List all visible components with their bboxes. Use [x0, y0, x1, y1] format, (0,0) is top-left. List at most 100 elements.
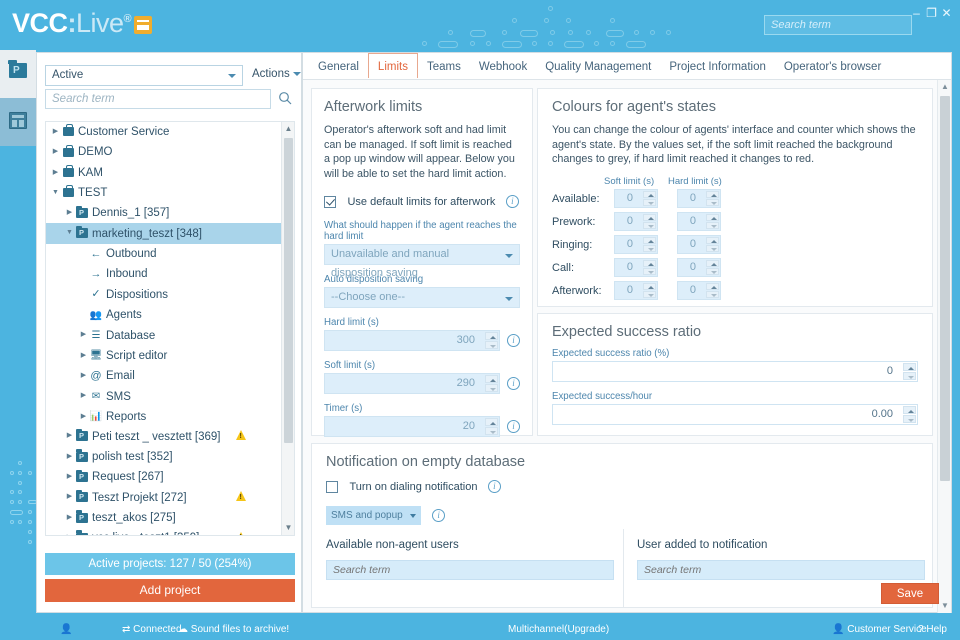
hard-limit-action-select[interactable]: Unavailable and manual disposition savin…: [324, 244, 520, 279]
stepper-up-icon[interactable]: [643, 259, 656, 267]
tree-item[interactable]: ▶ Peti teszt _ vesztett [369]: [46, 426, 282, 446]
expander-collapsed-icon[interactable]: ▶: [50, 122, 61, 142]
search-icon[interactable]: [277, 89, 295, 109]
expander-collapsed-icon[interactable]: ▶: [78, 407, 89, 427]
tab-webhook[interactable]: Webhook: [470, 54, 536, 78]
stepper-down-icon[interactable]: [903, 372, 916, 380]
added-users-search-input[interactable]: [637, 560, 925, 580]
info-icon[interactable]: i: [432, 509, 446, 522]
scroll-down-icon[interactable]: ▼: [938, 599, 951, 613]
stepper-up-icon[interactable]: [706, 259, 719, 267]
scroll-down-icon[interactable]: ▼: [282, 521, 294, 535]
agent-state-soft-limit-input[interactable]: 0: [614, 280, 658, 300]
stepper-down-icon[interactable]: [643, 267, 656, 275]
active-projects-counter[interactable]: Active projects: 127 / 50 (254%): [45, 553, 295, 575]
rail-item-projects[interactable]: [0, 50, 36, 98]
expander-collapsed-icon[interactable]: ▶: [50, 142, 61, 162]
tree-item[interactable]: ▶ polish test [352]: [46, 447, 282, 467]
stepper-down-icon[interactable]: [643, 198, 656, 206]
expander-collapsed-icon[interactable]: ▶: [64, 447, 75, 467]
tree-item[interactable]: ▼ TEST: [46, 183, 282, 203]
agent-state-soft-limit-input[interactable]: 0: [614, 211, 658, 231]
available-users-search-input[interactable]: [326, 560, 614, 580]
tab-teams[interactable]: Teams: [418, 54, 470, 78]
tree-scrollbar[interactable]: ▲ ▼: [281, 122, 294, 535]
hard-limit-stepper[interactable]: [485, 332, 498, 349]
timer-stepper[interactable]: [485, 418, 498, 435]
help-link[interactable]: ? Help: [918, 620, 947, 640]
stepper-up-icon[interactable]: [706, 236, 719, 244]
content-scrollbar-thumb[interactable]: [940, 96, 950, 481]
timer-input[interactable]: 20: [324, 416, 500, 437]
expander-collapsed-icon[interactable]: ▶: [64, 203, 75, 223]
expander-collapsed-icon[interactable]: ▶: [78, 386, 89, 406]
tree-item[interactable]: ✓ Dispositions: [46, 284, 282, 304]
expander-expanded-icon[interactable]: ▼: [64, 223, 75, 243]
tree-scrollbar-thumb[interactable]: [284, 138, 293, 443]
projects-search-input[interactable]: [45, 89, 271, 109]
auto-disposition-select[interactable]: --Choose one--: [324, 287, 520, 308]
expander-collapsed-icon[interactable]: ▶: [78, 346, 89, 366]
expander-collapsed-icon[interactable]: ▶: [64, 426, 75, 446]
tree-item[interactable]: ▶ DEMO: [46, 142, 282, 162]
expander-collapsed-icon[interactable]: ▶: [78, 366, 89, 386]
stepper-up-icon[interactable]: [485, 375, 498, 383]
save-button[interactable]: Save: [881, 583, 939, 604]
tree-item[interactable]: ▶ 🖥 Script editor: [46, 345, 282, 365]
global-search-input[interactable]: [764, 15, 912, 35]
warning-icon[interactable]: [236, 531, 246, 535]
stepper-down-icon[interactable]: [485, 427, 498, 435]
stepper-down-icon[interactable]: [485, 341, 498, 349]
tab-quality-management[interactable]: Quality Management: [536, 54, 660, 78]
expected-success-ratio-input[interactable]: 0: [552, 361, 918, 382]
tree-item[interactable]: ▶ Request [267]: [46, 467, 282, 487]
agent-state-hard-limit-input[interactable]: 0: [677, 211, 721, 231]
info-icon[interactable]: i: [507, 377, 520, 390]
agent-state-hard-limit-input[interactable]: 0: [677, 280, 721, 300]
hard-limit-stepper[interactable]: [706, 190, 719, 206]
hard-limit-stepper[interactable]: [706, 236, 719, 252]
content-scrollbar[interactable]: ▲ ▼: [937, 80, 951, 613]
expander-collapsed-icon[interactable]: ▶: [50, 163, 61, 183]
use-default-limits-checkbox[interactable]: [324, 195, 336, 208]
project-filter-select[interactable]: Active: [45, 65, 243, 86]
agent-state-soft-limit-input[interactable]: 0: [614, 257, 658, 277]
scroll-up-icon[interactable]: ▲: [282, 122, 294, 136]
multichannel-upgrade-label[interactable]: Multichannel(Upgrade): [508, 620, 609, 640]
tree-item[interactable]: ▶ Teszt Projekt [272]: [46, 487, 282, 507]
hard-limit-input[interactable]: 300: [324, 330, 500, 351]
tree-item[interactable]: ▶ teszt_akos [275]: [46, 508, 282, 528]
tree-item[interactable]: ▶ vcc live - teszt1 [359]: [46, 528, 282, 535]
stepper-up-icon[interactable]: [706, 282, 719, 290]
warning-icon[interactable]: [236, 491, 246, 502]
expander-collapsed-icon[interactable]: ▶: [64, 508, 75, 528]
sound-files-archive-status[interactable]: ☁ Sound files to archive!: [178, 620, 289, 640]
hard-limit-stepper[interactable]: [706, 259, 719, 275]
expected-success-ratio-stepper[interactable]: [903, 363, 916, 380]
news-badge-icon[interactable]: [134, 16, 152, 34]
stepper-down-icon[interactable]: [706, 290, 719, 298]
hard-limit-stepper[interactable]: [706, 213, 719, 229]
stepper-up-icon[interactable]: [643, 213, 656, 221]
tree-item[interactable]: ▶ @ Email: [46, 366, 282, 386]
stepper-down-icon[interactable]: [706, 221, 719, 229]
close-icon[interactable]: ✕: [939, 6, 954, 20]
agent-state-hard-limit-input[interactable]: 0: [677, 188, 721, 208]
connection-status[interactable]: ⇄ Connected: [122, 620, 182, 640]
soft-limit-stepper[interactable]: [643, 190, 656, 206]
tree-item[interactable]: ▶ Customer Service: [46, 122, 282, 142]
stepper-down-icon[interactable]: [706, 198, 719, 206]
tab-operator-s-browser[interactable]: Operator's browser: [775, 54, 890, 78]
agent-state-hard-limit-input[interactable]: 0: [677, 257, 721, 277]
stepper-down-icon[interactable]: [643, 244, 656, 252]
soft-limit-stepper[interactable]: [643, 259, 656, 275]
warning-icon[interactable]: [236, 430, 246, 441]
soft-limit-stepper[interactable]: [643, 213, 656, 229]
soft-limit-input[interactable]: 290: [324, 373, 500, 394]
stepper-up-icon[interactable]: [485, 332, 498, 340]
customer-service-link[interactable]: 👤 Customer Service: [832, 620, 927, 640]
tree-item[interactable]: 👥 Agents: [46, 305, 282, 325]
tree-item[interactable]: ▶ Dennis_1 [357]: [46, 203, 282, 223]
tree-item[interactable]: → Inbound: [46, 264, 282, 284]
scroll-up-icon[interactable]: ▲: [938, 80, 951, 94]
